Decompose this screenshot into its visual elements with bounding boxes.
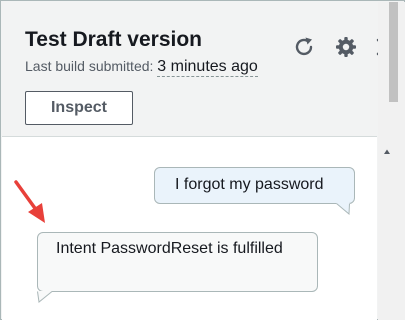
test-bot-panel: Test Draft version Last build submitted:… bbox=[0, 0, 405, 320]
build-status: Last build submitted: 3 minutes ago bbox=[25, 58, 258, 77]
gear-icon[interactable] bbox=[334, 35, 358, 59]
user-message: I forgot my password bbox=[154, 167, 355, 204]
annotation-arrow-icon bbox=[14, 180, 45, 223]
chat-area: I forgot my password Intent PasswordRese… bbox=[2, 137, 377, 320]
scrollbar[interactable] bbox=[378, 2, 405, 320]
refresh-icon[interactable] bbox=[292, 35, 316, 59]
bot-message: Intent PasswordReset is fulfilled bbox=[37, 232, 318, 292]
user-message-tail bbox=[336, 203, 350, 215]
inspect-button[interactable]: Inspect bbox=[25, 91, 133, 125]
build-status-label: Last build submitted: bbox=[25, 58, 154, 74]
panel-title: Test Draft version bbox=[25, 28, 202, 51]
bot-message-tail bbox=[37, 291, 53, 303]
scroll-up-icon[interactable] bbox=[383, 148, 391, 156]
build-time[interactable]: 3 minutes ago bbox=[157, 58, 258, 77]
scrollbar-thumb[interactable] bbox=[389, 2, 398, 102]
panel-header: Test Draft version Last build submitted:… bbox=[2, 2, 394, 137]
